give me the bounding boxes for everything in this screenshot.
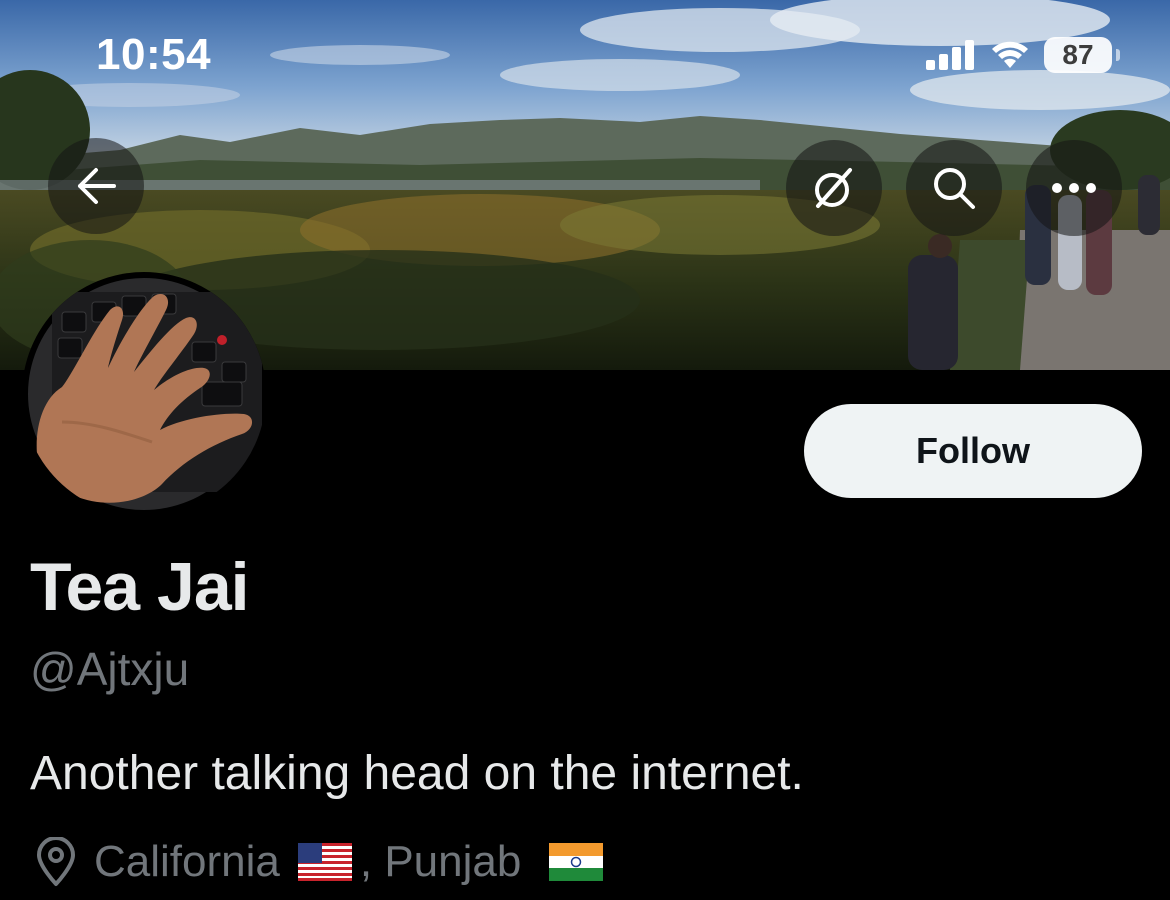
user-handle: @Ajtxju [30,643,190,695]
location-row: California , Punjab [34,834,604,890]
location-pin-icon [37,837,75,886]
grok-button[interactable] [786,140,882,236]
back-arrow-icon [78,168,116,204]
display-name: Tea Jai [30,549,250,625]
profile-screen: 10:54 87 Follow Tea Jai @Ajtxju Another … [0,0,1170,900]
back-button[interactable] [48,138,144,234]
status-icons: 87 [926,36,1120,74]
location-text-punjab: , Punjab [359,837,522,886]
status-time: 10:54 [96,30,212,79]
profile-bio: Another talking head on the internet. [30,747,804,800]
search-icon [934,168,975,209]
battery-indicator: 87 [1044,37,1120,73]
search-button[interactable] [906,140,1002,236]
avatar[interactable] [22,272,266,516]
india-flag-icon [549,843,604,881]
more-icon [1052,183,1096,193]
us-flag-icon [297,843,352,881]
wifi-icon [992,41,1028,68]
location-text-california: California [94,837,280,886]
more-button[interactable] [1026,140,1122,236]
follow-button[interactable]: Follow [804,404,1142,498]
battery-level: 87 [1062,39,1094,70]
cellular-signal-icon [926,40,974,70]
grok-icon [815,168,852,208]
battery-cap [1116,49,1120,61]
